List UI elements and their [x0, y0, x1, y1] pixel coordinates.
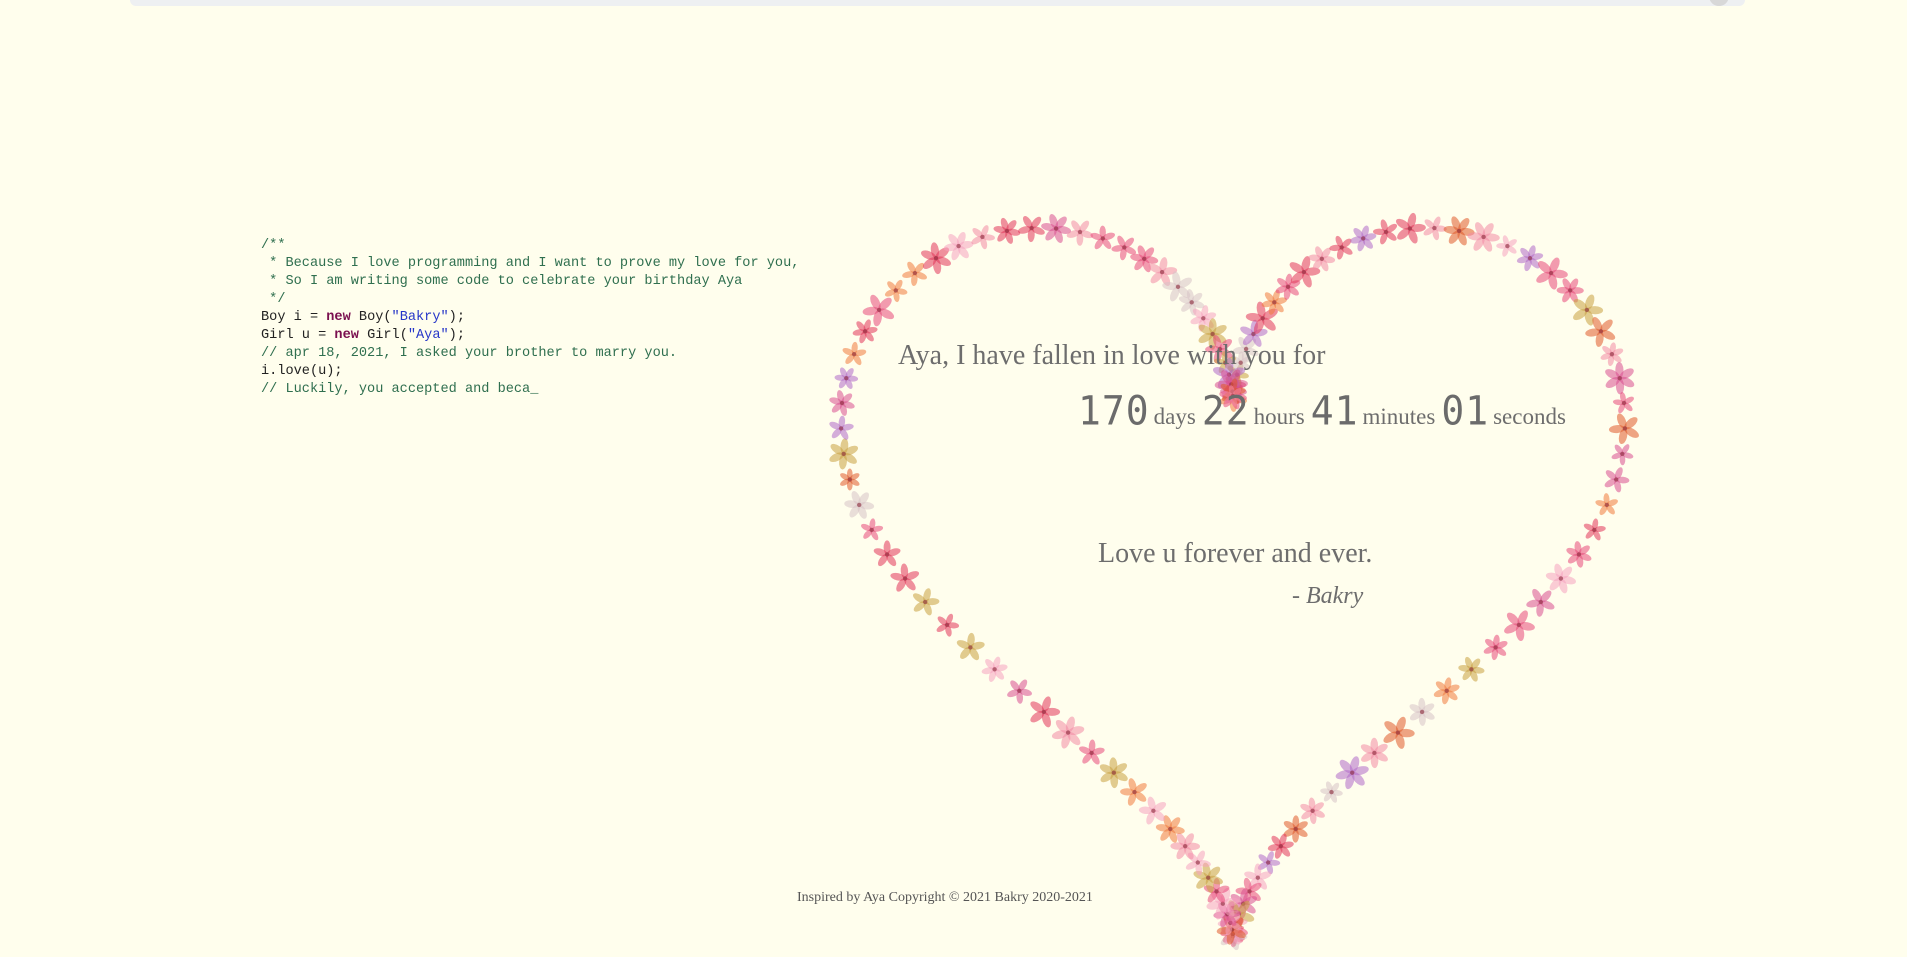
timer-days-label: days [1153, 404, 1196, 429]
love-timer: 170 days 22 hours 41 minutes 01 seconds [1078, 387, 1572, 435]
heart-flower [971, 225, 995, 250]
heart-flower [956, 632, 985, 661]
timer-seconds: 01 [1441, 387, 1490, 435]
heart-flower [1566, 541, 1592, 568]
flower-heart [829, 212, 1639, 951]
timer-seconds-label: seconds [1493, 404, 1566, 429]
heart-flower [1605, 362, 1635, 395]
timer-hours: 22 [1201, 387, 1250, 435]
heart-flower [1099, 757, 1128, 789]
heart-flower [890, 563, 920, 592]
timer-minutes-label: minutes [1362, 404, 1436, 429]
heart-flower [1504, 610, 1535, 641]
heart-flower [1608, 413, 1639, 445]
timer-hours-label: hours [1253, 404, 1305, 429]
timer-minutes: 41 [1310, 387, 1359, 435]
closing-message: Love u forever and ever. [1098, 538, 1373, 569]
footer-copyright: Inspired by Aya Copyright © 2021 Bakry 2… [797, 890, 1093, 905]
heart-flower [981, 656, 1008, 682]
heart-flower [1611, 444, 1634, 466]
heart-flower [840, 468, 860, 491]
heart-flower [1443, 216, 1475, 246]
heart-flower [1041, 214, 1072, 243]
heart-flower [936, 613, 960, 637]
heart-flower [861, 518, 884, 541]
heart-flower [842, 341, 867, 366]
heart-flower [1604, 467, 1630, 493]
heart-flower [1433, 677, 1460, 705]
heart-flower [1350, 225, 1377, 252]
heart-flower [873, 540, 901, 567]
signature: - Bakry [1292, 583, 1364, 609]
heart-flower [834, 367, 859, 389]
heart-flower [1595, 493, 1618, 516]
love-message: Aya, I have fallen in love with you for [898, 340, 1326, 371]
heart-flower [829, 415, 854, 440]
timer-days: 170 [1078, 387, 1150, 435]
heart-flower [1612, 391, 1634, 414]
heart-flower [1583, 518, 1606, 541]
heart-flower [912, 588, 940, 616]
heart-flower [1458, 656, 1485, 682]
heart-flower [1483, 634, 1508, 661]
heart-flower [829, 438, 859, 470]
heart-flower [1409, 697, 1435, 726]
